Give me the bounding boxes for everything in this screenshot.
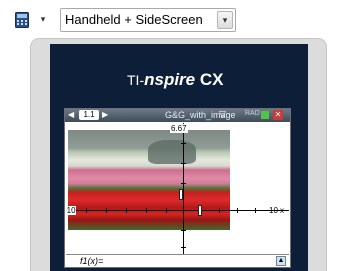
x-min-label: -10 [66, 206, 76, 215]
x-max-label: 10 [269, 206, 278, 215]
trees-silhouette [148, 140, 196, 164]
prev-page-icon[interactable]: ◀ [68, 110, 74, 119]
y-tick [181, 183, 186, 184]
view-menu-arrow-icon[interactable]: ▾ [36, 12, 50, 26]
screen-title-bar: ◀ 1.1 ▶ G&G_with_image ▽ RAD ✕ [65, 109, 290, 122]
brand-cx-text: CX [195, 70, 224, 89]
image-resize-handle[interactable] [198, 205, 202, 216]
function-entry-line[interactable]: f1(x)= ▲ [66, 254, 289, 267]
device-brand-logo: TI-nspire CX [127, 70, 223, 90]
x-tick [237, 208, 238, 213]
x-tick [166, 208, 167, 213]
close-icon[interactable]: ✕ [273, 110, 283, 120]
y-max-label[interactable]: 6.67 [170, 124, 188, 133]
chevron-down-icon[interactable]: ▾ [217, 11, 233, 29]
brand-nspire-text: nspire [144, 70, 196, 89]
x-tick [255, 208, 256, 213]
tulip-field-image [68, 130, 230, 230]
calculator-screen: ◀ 1.1 ▶ G&G_with_image ▽ RAD ✕ -10 10 x … [64, 108, 291, 268]
document-menu-icon[interactable]: ▽ [219, 109, 226, 120]
image-resize-handle[interactable] [179, 189, 183, 200]
angle-mode-label: RAD [245, 110, 260, 117]
x-tick [106, 208, 107, 213]
toolbar: ▾ Handheld + SideScreen ▾ [0, 0, 351, 40]
y-tick [181, 247, 186, 248]
x-axis-label: x [280, 206, 284, 215]
battery-icon [261, 111, 269, 119]
calculator-icon[interactable] [15, 12, 29, 28]
view-mode-select-value: Handheld + SideScreen [65, 12, 203, 27]
x-tick [126, 208, 127, 213]
page-tab[interactable]: 1.1 [79, 110, 99, 120]
y-tick [181, 143, 186, 144]
brand-ti-text: TI- [127, 72, 145, 88]
x-tick [219, 208, 220, 213]
graph-area[interactable]: -10 10 x 6.67 [66, 123, 289, 254]
next-page-icon[interactable]: ▶ [102, 110, 108, 119]
y-tick [181, 163, 186, 164]
function-entry-text[interactable]: f1(x)= [80, 256, 103, 266]
y-tick [181, 230, 186, 231]
view-mode-select[interactable]: Handheld + SideScreen ▾ [60, 8, 236, 32]
x-tick [146, 208, 147, 213]
expand-entry-icon[interactable]: ▲ [276, 256, 286, 266]
x-tick [86, 208, 87, 213]
